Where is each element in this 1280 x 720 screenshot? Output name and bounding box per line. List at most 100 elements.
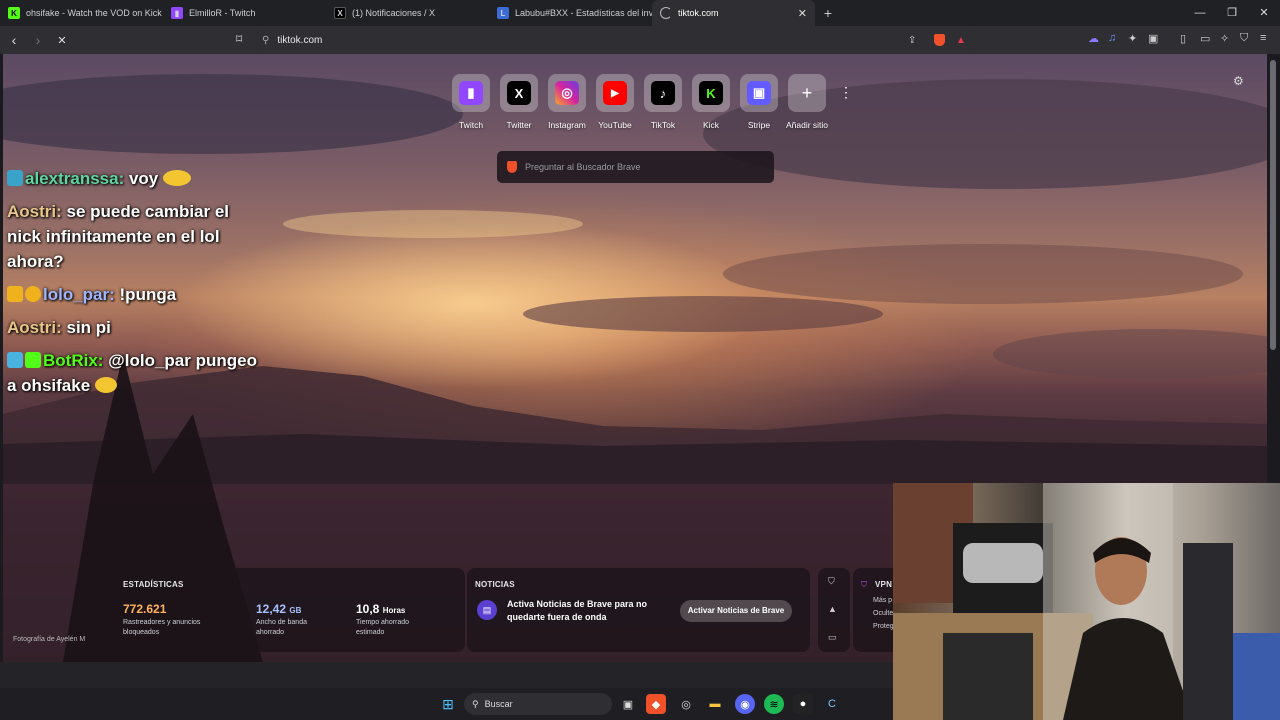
- restore-button[interactable]: ❐: [1216, 0, 1248, 26]
- stats-widget: ESTADÍSTICAS 772.621 Rastreadores y anun…: [113, 568, 465, 652]
- search-icon: ⚲: [472, 698, 479, 709]
- chat-message: BotRix: @lolo_par pungeo a ohsifake: [7, 348, 257, 398]
- tiktok-icon: ♪: [651, 81, 675, 105]
- tab-title: tiktok.com: [678, 8, 719, 18]
- stats-title: ESTADÍSTICAS: [123, 580, 184, 589]
- bookmark-icon[interactable]: ⌑: [236, 32, 242, 46]
- tab-twitch[interactable]: ▮ ElmilloR - Twitch: [163, 0, 326, 26]
- tab-x[interactable]: X (1) Notificaciones / X: [326, 0, 489, 26]
- tab-strip: Kohsifake - Watch the VOD on Kick ▮ Elmil…: [0, 0, 1280, 26]
- forward-button[interactable]: ›: [28, 32, 48, 48]
- vpn-toolbar-icon[interactable]: ☁: [1088, 32, 1099, 45]
- top-site-stripe[interactable]: ▣ Stripe: [735, 74, 783, 130]
- bandwidth-number: 12,42: [256, 602, 287, 616]
- sword-badge-icon: [7, 352, 23, 368]
- task-view-icon[interactable]: ▣: [618, 694, 638, 714]
- settings-gear-icon[interactable]: ⚙: [1233, 74, 1244, 88]
- chat-user: alextranssa:: [25, 169, 125, 188]
- chat-message: Aostri: sin pi: [7, 315, 257, 340]
- top-site-label: TikTok: [650, 120, 676, 130]
- stop-button[interactable]: ✕: [52, 34, 72, 47]
- instagram-icon: ◎: [555, 81, 579, 105]
- tab-title: ohsifake - Watch the VOD on Kick: [26, 8, 162, 18]
- browser-toolbar: ‹ › ✕ ⌑ ⚲ tiktok.com ⇪ ▲ ☁ ♫ ✦ ▣ ▯ ▭ ✧ ⛉…: [0, 26, 1280, 54]
- audio-icon[interactable]: ♫: [1108, 32, 1116, 44]
- shield-icon[interactable]: ⛉: [1240, 32, 1248, 45]
- close-tab-icon[interactable]: ✕: [798, 7, 807, 20]
- scrollbar-thumb[interactable]: [1270, 60, 1276, 350]
- bandwidth-unit: GB: [289, 606, 302, 615]
- brave-rewards-icon[interactable]: ▲: [956, 35, 966, 46]
- new-tab-button[interactable]: +: [815, 5, 841, 21]
- address-bar[interactable]: ⚲ tiktok.com ⇪ ▲: [256, 30, 976, 50]
- twitch-icon: ▮: [459, 81, 483, 105]
- emote-icon: [94, 377, 117, 393]
- stripe-icon: ▣: [747, 81, 771, 105]
- extension-icon[interactable]: ▣: [1148, 32, 1158, 45]
- top-site-tiktok[interactable]: ♪ TikTok: [639, 74, 687, 130]
- wallet-icon[interactable]: ▭: [1200, 32, 1210, 45]
- vpn-item: Proteg: [873, 623, 894, 630]
- tab-title: (1) Notificaciones / X: [352, 8, 436, 18]
- crown-badge-icon: [7, 286, 23, 302]
- leo-ai-icon[interactable]: ✧: [1220, 32, 1229, 45]
- spotify-icon[interactable]: ≋: [764, 694, 784, 714]
- window-controls: — ❐ ✕: [1184, 0, 1280, 26]
- share-icon[interactable]: ⇪: [908, 35, 916, 46]
- time-unit: Horas: [382, 606, 406, 615]
- discord-icon[interactable]: ◉: [735, 694, 755, 714]
- top-site-youtube[interactable]: ▶ YouTube: [591, 74, 639, 130]
- brave-taskbar-icon[interactable]: ◆: [646, 694, 666, 714]
- top-site-kick[interactable]: K Kick: [687, 74, 735, 130]
- x-icon: X: [334, 7, 346, 19]
- chat-message: alextranssa: voy: [7, 166, 257, 191]
- time-value: 10,8 Horas: [356, 602, 405, 616]
- plus-icon: +: [801, 82, 813, 103]
- add-site-button[interactable]: + Añadir sitio: [783, 74, 831, 130]
- top-site-label: YouTube: [598, 120, 632, 130]
- vpn-title: VPN: [875, 580, 893, 589]
- brave-shields-icon[interactable]: [934, 34, 945, 46]
- site-info-icon[interactable]: ⚲: [262, 35, 269, 46]
- brave-search-box[interactable]: Preguntar al Buscador Brave: [497, 151, 774, 183]
- top-site-twitch[interactable]: ▮ Twitch: [447, 74, 495, 130]
- webcam-overlay: [893, 483, 1280, 720]
- webcam-image: [893, 483, 1280, 720]
- extensions-icon[interactable]: ✦: [1128, 32, 1137, 45]
- tab-tiktok[interactable]: tiktok.com ✕: [652, 0, 815, 26]
- x-icon: X: [507, 81, 531, 105]
- time-label: Tiempo ahorrado estimado: [356, 619, 410, 636]
- taskbar-search[interactable]: ⚲ Buscar: [464, 693, 612, 715]
- vpn-item: Más p: [873, 597, 893, 604]
- menu-icon[interactable]: ≡: [1260, 32, 1266, 44]
- kick-icon: K: [699, 81, 723, 105]
- top-site-twitter[interactable]: X Twitter: [495, 74, 543, 130]
- app-icon[interactable]: ◎: [676, 694, 696, 714]
- close-window-button[interactable]: ✕: [1248, 0, 1280, 26]
- sidebar-icon[interactable]: ▯: [1180, 32, 1186, 45]
- rewards-widget-icon[interactable]: ▲: [828, 604, 837, 614]
- file-explorer-icon[interactable]: ▬: [705, 694, 725, 714]
- tab-title: Labubu#BXX - Estadísticas del invoca: [515, 8, 652, 18]
- shield-widget-icon[interactable]: ⛉: [828, 576, 835, 587]
- windows-start-icon[interactable]: ⊞: [438, 694, 458, 714]
- vpn-icon: ⛉: [861, 580, 867, 589]
- tab-kick[interactable]: Kohsifake - Watch the VOD on Kick: [0, 0, 163, 26]
- minimize-button[interactable]: —: [1184, 0, 1216, 26]
- obs-icon[interactable]: ●: [793, 694, 813, 714]
- talk-widget-icon[interactable]: ▭: [828, 632, 837, 643]
- chat-text: voy: [124, 169, 159, 188]
- chat-user: BotRix:: [43, 351, 104, 370]
- chat-text: !punga: [114, 285, 177, 304]
- activate-news-button[interactable]: Activar Noticias de Brave: [680, 600, 792, 622]
- trackers-label: Rastreadores y anuncios bloqueados: [123, 619, 201, 636]
- app-c-icon[interactable]: C: [822, 694, 842, 714]
- top-site-label: Twitch: [458, 120, 484, 130]
- back-button[interactable]: ‹: [4, 32, 24, 48]
- top-site-instagram[interactable]: ◎ Instagram: [543, 74, 591, 130]
- brave-lion-icon: [507, 161, 517, 173]
- more-options-icon[interactable]: ⋮: [839, 84, 853, 101]
- tab-labubu[interactable]: L Labubu#BXX - Estadísticas del invoca: [489, 0, 652, 26]
- top-sites: ▮ Twitch X Twitter ◎ Instagram ▶ YouTube ♪ Ti…: [447, 74, 831, 130]
- top-site-label: Twitter: [506, 120, 532, 130]
